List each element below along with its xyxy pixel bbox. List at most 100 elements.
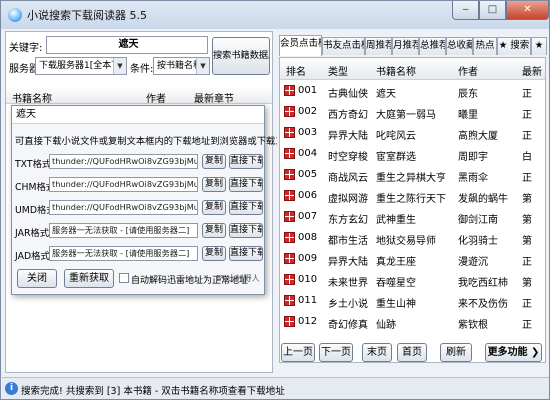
book-icon [284,127,295,138]
format-label: JAD格式: [15,251,53,262]
last-page-button[interactable]: 末页 [362,343,392,362]
col-rank[interactable]: 排名 [286,63,306,78]
col-author[interactable]: 作者 [458,63,478,78]
copy-button[interactable]: 复制 [202,177,226,192]
book-icon [284,190,295,201]
cell-latest: 第 [522,194,532,205]
download-url-field[interactable]: thunder://QUFodHRwOi8vZG93bjMuZmV [49,200,198,215]
table-row[interactable]: 008 都市生活 地狱交易导师 化羽骑士 第 [280,228,545,248]
cell-rank: 001 [298,85,318,96]
table-row[interactable]: 004 时空穿梭 宦室群选 周即宇 白 [280,144,545,164]
cell-type: 东方玄幻 [328,215,368,226]
author-credit: BY:山村野人 [216,274,260,283]
cell-type: 时空穿梭 [328,152,368,163]
tab-reader-clicks[interactable]: 书友点击榜 [322,37,365,55]
server-select[interactable]: 下载服务器1[全本下载] ▼ [35,57,127,75]
copy-button[interactable]: 复制 [202,154,226,169]
table-row[interactable]: 006 虚拟网游 重生之陈行天下 发飙的蜗牛 第 [280,186,545,206]
next-page-button[interactable]: 下一页 [319,343,353,362]
cell-type: 都市生活 [328,236,368,247]
tab-total-recommend[interactable]: 总推荐 [419,37,446,55]
condition-select[interactable]: 按书籍名称 ▼ [153,57,210,75]
copy-button[interactable]: 复制 [202,200,226,215]
results-col-name[interactable]: 书籍名称 [12,90,52,105]
table-row[interactable]: 003 异界大陆 叱咤风云 高煦大厦 正 [280,123,545,143]
tab-total-favorites[interactable]: 总收藏 [446,37,473,55]
table-row[interactable]: 007 东方玄幻 武神重生 御剑江南 第 [280,207,545,227]
download-url-field[interactable]: thunder://QUFodHRwOi8vZG93bjMuZmV [49,154,198,169]
app-window: 小说搜索下载阅读器 5.5 ‒ □ ✕ 关键字: 遮天 服务器: 下载服务器1[… [0,0,550,400]
tab-more[interactable]: ★ [531,37,547,55]
cell-latest: 正 [522,320,532,331]
cell-name: 遮天 [376,89,396,100]
cell-author: 周即宇 [458,152,488,163]
cell-latest: 白 [522,152,532,163]
col-latest[interactable]: 最新 [522,63,542,78]
auto-decode-checkbox[interactable] [119,273,129,283]
status-text: 搜索完成! 共搜索到 [3] 本书籍 - 双击书籍名称项查看下载地址 [21,386,285,397]
tab-monthly-recommend[interactable]: 月推荐 [392,37,419,55]
tab-weekly-recommend[interactable]: 周推荐 [365,37,392,55]
results-col-latest[interactable]: 最新章节 [194,90,234,105]
cell-latest: 第 [522,236,532,247]
condition-label: 条件: [130,64,154,75]
dialog-close-button[interactable]: 关闭 [17,269,57,288]
table-row[interactable]: 010 未来世界 吞噬星空 我吃西红柿 第 [280,270,545,290]
results-col-author[interactable]: 作者 [146,90,166,105]
direct-download-button[interactable]: 直接下载 [229,154,263,169]
direct-download-button[interactable]: 直接下载 [229,223,263,238]
app-logo-icon [8,8,22,22]
col-book-name[interactable]: 书籍名称 [376,63,416,78]
cell-name: 重生山神 [376,299,416,310]
cell-rank: 008 [298,232,318,243]
chevron-down-icon: ▼ [196,58,209,74]
refresh-button[interactable]: 刷新 [440,343,472,362]
format-row: JAR格式: 服务器一无法获取 - [请使用服务器二] 复制 直接下载 [12,223,264,241]
prev-page-button[interactable]: 上一页 [281,343,315,362]
table-row[interactable]: 009 异界大陆 真龙王座 漫遊沉 正 [280,249,545,269]
format-row: UMD格式: thunder://QUFodHRwOi8vZG93bjMuZmV… [12,200,264,218]
tab-member-clicks[interactable]: 会员点击榜 [279,35,322,56]
cell-author: 御剑江南 [458,215,498,226]
cell-name: 重生之陈行天下 [376,194,446,205]
cell-name: 真龙王座 [376,257,416,268]
direct-download-button[interactable]: 直接下载 [229,200,263,215]
table-row[interactable]: 001 古典仙侠 遮天 辰东 正 [280,81,545,101]
cell-rank: 012 [298,316,318,327]
cell-name: 仙跡 [376,320,396,331]
direct-download-button[interactable]: 直接下载 [229,177,263,192]
table-row[interactable]: 012 奇幻修真 仙跡 紫钦根 正 [280,312,545,332]
cell-name: 叱咤风云 [376,131,416,142]
refetch-button[interactable]: 重新获取 [64,269,114,288]
cell-type: 虚拟网游 [328,194,368,205]
table-row[interactable]: 005 商战风云 重生之异棋大亨 黑雨伞 正 [280,165,545,185]
cell-name: 地狱交易导师 [376,236,436,247]
col-type[interactable]: 类型 [328,63,348,78]
copy-button[interactable]: 复制 [202,223,226,238]
tab-search[interactable]: ★ 搜索 [497,37,531,55]
title-bar[interactable]: 小说搜索下载阅读器 5.5 ‒ □ ✕ [1,1,549,29]
copy-button[interactable]: 复制 [202,246,226,261]
ranking-panel: 会员点击榜 书友点击榜 周推荐 月推荐 总推荐 总收藏 热点 ★ 搜索 ★ 排名… [277,31,548,373]
more-functions-button[interactable]: 更多功能 ❯ [485,343,542,362]
keyword-label: 关键字: [9,43,43,54]
table-row[interactable]: 002 西方奇幻 大庭第一弱马 曦里 正 [280,102,545,122]
cell-type: 乡土小说 [328,299,368,310]
cell-type: 异界大陆 [328,257,368,268]
results-header: 书籍名称 作者 最新章节 [6,88,272,105]
keyword-input[interactable]: 遮天 [46,36,208,54]
cell-author: 来不及伤伤 [458,299,508,310]
download-url-field[interactable]: 服务器一无法获取 - [请使用服务器二] [49,223,198,238]
download-url-field[interactable]: 服务器一无法获取 - [请使用服务器二] [49,246,198,261]
first-page-button[interactable]: 首页 [397,343,427,362]
chevron-down-icon: ▼ [113,58,126,74]
minimize-button[interactable]: ‒ [452,1,479,20]
cell-name: 武神重生 [376,215,416,226]
search-database-button[interactable]: 搜索书籍数据库 [212,37,270,75]
direct-download-button[interactable]: 直接下载 [229,246,263,261]
close-window-button[interactable]: ✕ [506,1,549,20]
download-url-field[interactable]: thunder://QUFodHRwOi8vZG93bjMuZmV [49,177,198,192]
table-row[interactable]: 011 乡土小说 重生山神 来不及伤伤 正 [280,291,545,311]
tab-hot[interactable]: 热点 [473,37,497,55]
maximize-button[interactable]: □ [479,1,506,20]
